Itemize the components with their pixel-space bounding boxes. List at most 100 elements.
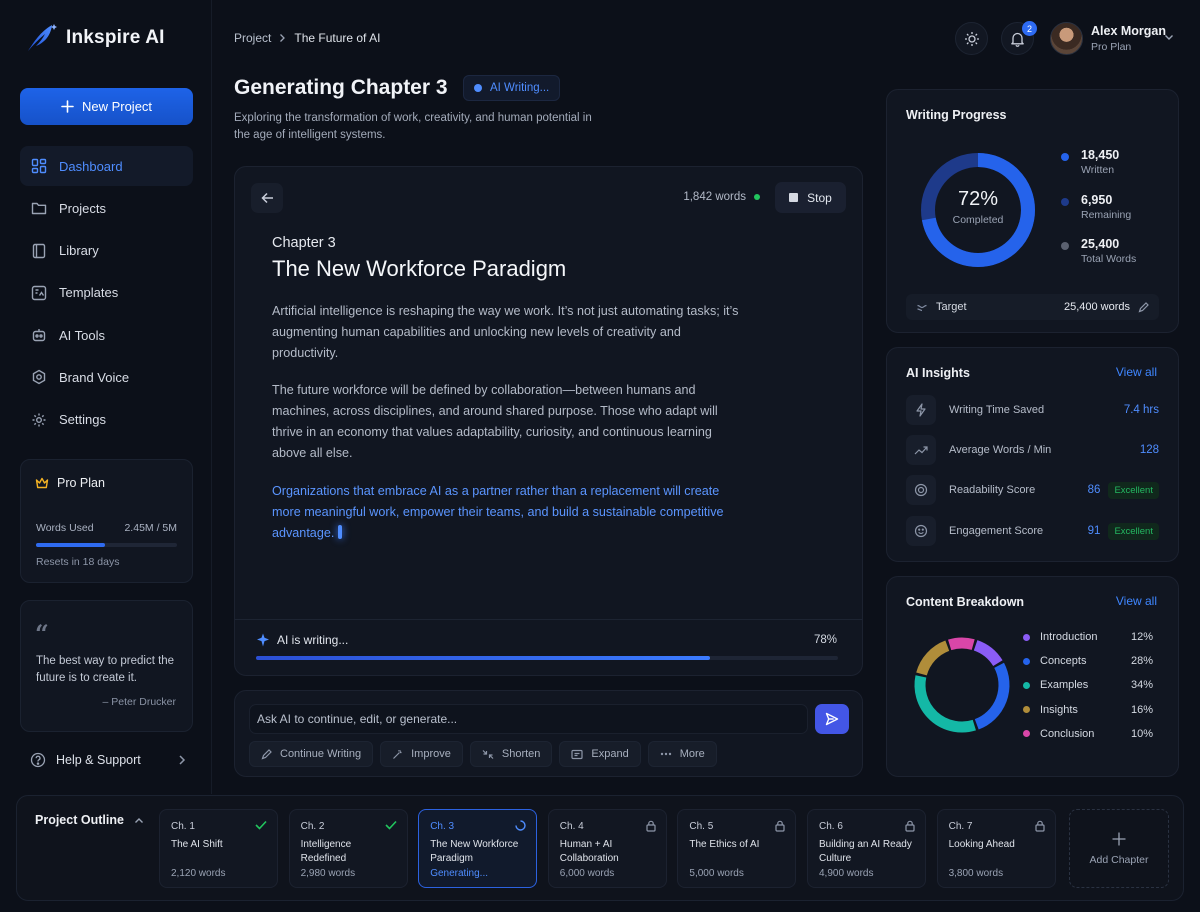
chapter-card-1[interactable]: Ch. 1 The AI Shift 2,120 words bbox=[159, 809, 278, 888]
shorten-button[interactable]: Shorten bbox=[469, 741, 553, 767]
continue-writing-button[interactable]: Continue Writing bbox=[249, 741, 374, 767]
sidebar-item-label: Templates bbox=[59, 285, 119, 301]
theme-toggle-button[interactable] bbox=[955, 22, 988, 55]
legend-value: 25,400 bbox=[1081, 237, 1120, 251]
progress-percent: 72% bbox=[957, 188, 999, 210]
text-cursor bbox=[338, 525, 343, 539]
donut-slice-insights[interactable] bbox=[916, 640, 950, 676]
breadcrumb-current: The Future of AI bbox=[294, 31, 381, 45]
chapter-card-7[interactable]: Ch. 7 Looking Ahead 3,800 words bbox=[936, 809, 1056, 888]
stop-button[interactable]: Stop bbox=[775, 182, 846, 213]
add-chapter-button[interactable]: Add Chapter bbox=[1069, 809, 1169, 888]
chapter-card-5[interactable]: Ch. 5 The Ethics of AI 5,000 words bbox=[677, 809, 797, 888]
chevron-right-icon bbox=[178, 754, 186, 766]
view-all-link[interactable]: View all bbox=[1116, 594, 1157, 608]
chapter-words: 2,980 words bbox=[300, 868, 356, 879]
sidebar-item-label: Settings bbox=[59, 412, 106, 428]
legend-value: 18,450 bbox=[1081, 148, 1120, 162]
new-project-button[interactable]: New Project bbox=[20, 88, 193, 125]
generation-progress-bar bbox=[256, 656, 838, 660]
sidebar-item-settings[interactable]: Settings bbox=[20, 400, 193, 440]
paragraph[interactable]: The future workforce will be defined by … bbox=[272, 380, 742, 464]
target-value: 25,400 words bbox=[1063, 301, 1130, 313]
live-indicator-dot bbox=[754, 194, 760, 200]
donut-slice-introduction[interactable] bbox=[973, 640, 1003, 667]
folder-icon bbox=[31, 200, 47, 216]
sidebar-item-ai-tools[interactable]: AI Tools bbox=[20, 315, 193, 355]
chevron-down-icon[interactable] bbox=[1164, 34, 1174, 41]
breakdown-row: Examples 34% bbox=[1023, 679, 1153, 691]
breakdown-label: Examples bbox=[1040, 679, 1089, 692]
donut-slice-conclusion[interactable] bbox=[948, 637, 975, 651]
outline-title[interactable]: Project Outline bbox=[35, 813, 144, 827]
prompt-input[interactable]: Ask AI to continue, edit, or generate... bbox=[249, 704, 808, 734]
legend-dot bbox=[1061, 242, 1069, 250]
generated-paragraph[interactable]: Organizations that embrace AI as a partn… bbox=[272, 481, 742, 544]
dashboard-icon bbox=[31, 158, 47, 174]
plan-reset-text: Resets in 18 days bbox=[36, 556, 120, 568]
chapter-card-6[interactable]: Ch. 6 Building an AI Ready Culture 4,900 w… bbox=[807, 809, 926, 888]
send-button[interactable] bbox=[815, 704, 849, 734]
chapter-number: Ch. 5 bbox=[689, 821, 714, 832]
paragraph[interactable]: Artificial intelligence is reshaping the… bbox=[272, 301, 742, 364]
ai-writing-percent: 78% bbox=[813, 634, 837, 646]
legend-dot bbox=[1061, 198, 1069, 206]
breadcrumb-item[interactable]: Project bbox=[234, 31, 271, 45]
avatar[interactable] bbox=[1050, 22, 1083, 55]
lock-icon bbox=[775, 820, 785, 832]
insight-badge: Excellent bbox=[1108, 522, 1159, 540]
chapter-words: 4,900 words bbox=[819, 868, 874, 879]
expand-button[interactable]: Expand bbox=[559, 741, 641, 767]
sidebar-item-dashboard[interactable]: Dashboard bbox=[20, 146, 193, 186]
legend-dot bbox=[1061, 153, 1069, 161]
breakdown-percent: 10% bbox=[1130, 727, 1153, 740]
progress-caption: Completed bbox=[952, 214, 1004, 226]
check-icon bbox=[255, 820, 267, 830]
editor-panel: 1,842 words Stop Chapter 3 The New Workf… bbox=[234, 166, 863, 676]
breakdown-label: Introduction bbox=[1040, 631, 1098, 643]
insight-value: 7.4 hrs bbox=[1123, 404, 1159, 416]
chip-label: Shorten bbox=[501, 748, 541, 760]
chapter-label: Chapter 3 bbox=[272, 235, 336, 251]
chapter-card-4[interactable]: Ch. 4 Human + AI Collaboration 6,000 words bbox=[547, 809, 667, 888]
chevron-right-icon bbox=[279, 33, 286, 43]
words-used-value: 2.45M / 5M bbox=[124, 522, 177, 534]
quote-text: The best way to predict the future is to… bbox=[36, 655, 175, 684]
compress-icon bbox=[482, 749, 494, 760]
chapter-words: Generating... bbox=[430, 868, 488, 879]
sidebar-item-templates[interactable]: Templates bbox=[20, 273, 193, 313]
donut-slice-examples[interactable] bbox=[914, 675, 976, 733]
sidebar-item-library[interactable]: Library bbox=[20, 231, 193, 271]
gear-icon bbox=[31, 412, 47, 428]
sidebar-item-projects[interactable]: Projects bbox=[20, 188, 193, 228]
help-support-link[interactable]: Help & Support bbox=[30, 752, 186, 768]
user-name[interactable]: Alex Morgan bbox=[1091, 24, 1166, 38]
breakdown-label: Insights bbox=[1040, 703, 1078, 716]
back-button[interactable] bbox=[251, 183, 283, 213]
sidebar-item-label: AI Tools bbox=[59, 327, 106, 343]
voice-icon bbox=[31, 369, 47, 385]
breakdown-row: Introduction 12% bbox=[1023, 631, 1153, 643]
improve-button[interactable]: Improve bbox=[380, 741, 463, 767]
more-button[interactable]: More bbox=[647, 741, 717, 767]
notifications-button[interactable]: 2 bbox=[1001, 21, 1037, 55]
chapter-number: Ch. 6 bbox=[819, 821, 843, 832]
chapter-card-3[interactable]: Ch. 3 The New Workforce Paradigm Generatin… bbox=[418, 809, 538, 888]
sidebar-nav: Dashboard Projects Library Templates AI … bbox=[20, 146, 193, 442]
chapter-card-2[interactable]: Ch. 2 Intelligence Redefined 2,980 words bbox=[288, 809, 408, 888]
chapter-name: The Ethics of AI bbox=[689, 839, 760, 850]
view-all-link[interactable]: View all bbox=[1116, 365, 1157, 379]
target-icon bbox=[916, 301, 928, 313]
app-logo[interactable]: Inkspire AI bbox=[24, 22, 165, 54]
donut-slice-concepts[interactable] bbox=[974, 662, 1010, 730]
legend-dot bbox=[1023, 657, 1030, 665]
legend-dot bbox=[1023, 730, 1030, 738]
chapter-name: The AI Shift bbox=[171, 839, 223, 850]
stop-label: Stop bbox=[807, 190, 832, 205]
send-icon bbox=[825, 712, 839, 726]
edit-icon[interactable] bbox=[1138, 301, 1149, 313]
insight-row: Engagement Score 91 Excellent bbox=[906, 516, 1159, 546]
sidebar-item-brand-voice[interactable]: Brand Voice bbox=[20, 357, 193, 397]
bolt-icon bbox=[906, 395, 936, 425]
plan-card: Pro Plan Words Used 2.45M / 5M Resets in… bbox=[20, 459, 193, 583]
